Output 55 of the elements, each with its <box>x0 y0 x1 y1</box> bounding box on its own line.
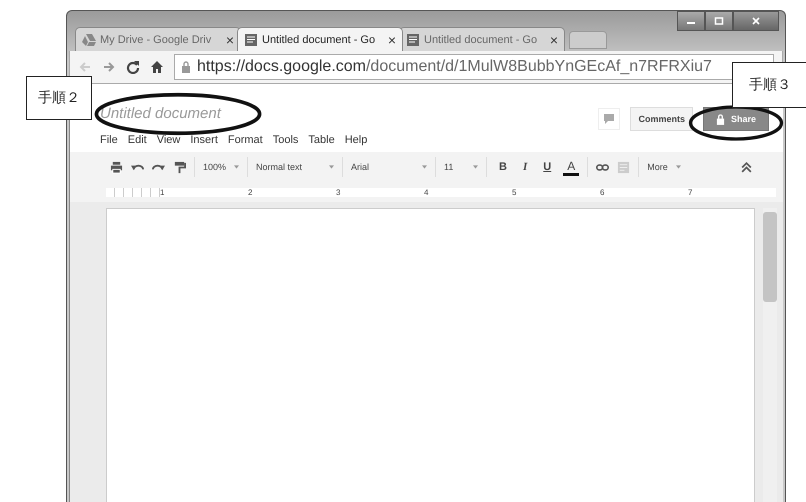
step-callout: 手順２ <box>26 76 92 120</box>
caret-icon <box>676 165 681 169</box>
comments-button[interactable]: Comments <box>630 107 693 131</box>
style-dropdown[interactable]: Normal text <box>256 162 334 172</box>
menu-item[interactable]: Table <box>308 134 335 146</box>
collapse-icon[interactable] <box>740 160 753 174</box>
menu-item[interactable]: Edit <box>128 134 147 146</box>
step-callout: 手順３ <box>732 62 806 108</box>
document-icon <box>244 34 258 46</box>
close-icon[interactable]: × <box>226 32 234 48</box>
scrollbar-thumb[interactable] <box>763 212 777 302</box>
close-icon[interactable]: × <box>550 32 558 48</box>
document-icon <box>406 34 420 46</box>
font-dropdown[interactable]: Arial <box>351 162 428 172</box>
speech-bubble-icon <box>603 113 616 125</box>
tab-title: Untitled document - Go <box>424 34 538 46</box>
format-button[interactable]: I <box>518 161 532 173</box>
more-dropdown[interactable]: More <box>647 162 681 172</box>
format-button[interactable]: U <box>539 161 556 173</box>
paint-roller-icon[interactable] <box>173 160 186 174</box>
tab-title: My Drive - Google Driv <box>100 34 212 46</box>
print-icon[interactable] <box>110 160 123 174</box>
browser-tab[interactable]: Untitled document - Go × <box>237 27 403 51</box>
caret-icon <box>422 165 428 169</box>
lock-icon <box>716 114 725 124</box>
caret-icon <box>234 165 240 169</box>
menu-item[interactable]: Format <box>228 134 263 146</box>
url-text: https://docs.google.com/document/d/1MulW8BubbYnGEcAf_n7RFRXiu7 <box>197 58 712 76</box>
ruler-number: 4 <box>424 188 512 196</box>
lock-icon <box>181 61 191 73</box>
menu-item[interactable]: View <box>156 134 180 146</box>
close-button[interactable] <box>733 11 779 31</box>
zoom-dropdown[interactable]: 100% <box>203 162 240 172</box>
tab-title: Untitled document - Go <box>262 34 376 46</box>
browser-tab[interactable]: Untitled document - Go × <box>399 27 565 51</box>
drive-icon <box>82 34 96 46</box>
menu-item[interactable]: File <box>100 134 118 146</box>
reload-icon[interactable] <box>126 60 140 74</box>
close-icon[interactable]: × <box>388 32 396 48</box>
menu-item[interactable]: Tools <box>272 134 298 146</box>
font-size-dropdown[interactable]: 11 <box>444 162 478 172</box>
format-button[interactable]: B <box>495 161 511 173</box>
maximize-button[interactable] <box>705 11 733 31</box>
ruler-number: 3 <box>336 188 424 196</box>
caret-icon <box>473 165 478 169</box>
menu-item[interactable]: Insert <box>190 134 218 146</box>
minimize-button[interactable] <box>677 11 705 31</box>
maximize-icon <box>714 17 724 25</box>
close-icon <box>751 17 761 25</box>
format-button[interactable]: A <box>563 158 580 176</box>
caret-icon <box>329 165 334 169</box>
menu-item[interactable]: Help <box>344 134 368 146</box>
browser-tab[interactable]: My Drive - Google Driv × <box>75 27 241 51</box>
home-icon[interactable] <box>150 60 164 74</box>
forward-icon[interactable] <box>102 60 116 74</box>
